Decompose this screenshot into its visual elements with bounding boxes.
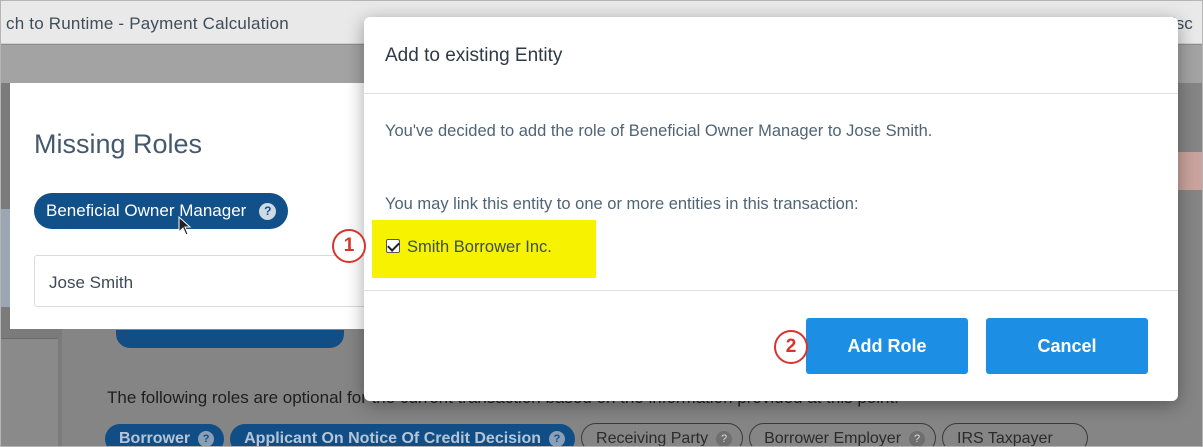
step-marker-2: 2 bbox=[774, 330, 808, 364]
modal-message: You've decided to add the role of Benefi… bbox=[385, 122, 933, 140]
role-pill-label: Borrower Employer bbox=[764, 430, 902, 447]
entity-checkbox-label: Smith Borrower Inc. bbox=[407, 238, 552, 256]
modal-footer-divider bbox=[364, 290, 1178, 291]
mouse-cursor-icon bbox=[178, 216, 192, 236]
step-marker-1: 1 bbox=[332, 229, 366, 263]
role-pill-label: Receiving Party bbox=[596, 430, 709, 447]
role-pill-receiving-party[interactable]: Receiving Party? bbox=[581, 423, 744, 447]
help-icon: ? bbox=[716, 431, 733, 447]
help-icon[interactable]: ? bbox=[259, 203, 277, 220]
app-title: ch to Runtime - Payment Calculation bbox=[6, 14, 289, 33]
role-pill-borrower[interactable]: Borrower? bbox=[105, 424, 225, 447]
help-icon: ? bbox=[198, 431, 215, 447]
modal-header: Add to existing Entity bbox=[364, 17, 1178, 94]
role-pill-label: IRS Taxpayer bbox=[957, 430, 1053, 447]
missing-roles-panel: Missing Roles Beneficial Owner Manager ?… bbox=[10, 83, 374, 329]
entity-name: Jose Smith bbox=[49, 273, 134, 292]
cancel-button[interactable]: Cancel bbox=[986, 318, 1148, 374]
role-pill-label: Borrower bbox=[119, 430, 191, 447]
role-pill-label: Beneficial Owner Manager bbox=[46, 201, 247, 220]
role-pill-label: Applicant On Notice Of Credit Decision bbox=[244, 430, 542, 447]
optional-roles-list: Borrower? Applicant On Notice Of Credit D… bbox=[105, 423, 1094, 447]
missing-roles-title: Missing Roles bbox=[34, 129, 203, 159]
entity-checkbox-row[interactable]: Smith Borrower Inc. bbox=[386, 238, 552, 260]
left-panel-block bbox=[0, 338, 58, 447]
role-pill-beneficial-owner-manager[interactable]: Beneficial Owner Manager ? bbox=[34, 193, 289, 229]
entity-checkbox[interactable] bbox=[386, 238, 400, 253]
role-pill-applicant[interactable]: Applicant On Notice Of Credit Decision? bbox=[230, 424, 576, 447]
help-icon: ? bbox=[549, 431, 566, 447]
modal-title: Add to existing Entity bbox=[385, 45, 563, 66]
add-role-button[interactable]: Add Role bbox=[806, 318, 968, 374]
role-pill-edge bbox=[116, 330, 344, 348]
role-pill-irs-taxpayer[interactable]: IRS Taxpayer bbox=[942, 423, 1088, 447]
help-icon: ? bbox=[909, 431, 926, 447]
role-pill-borrower-employer[interactable]: Borrower Employer? bbox=[749, 423, 937, 447]
entity-option-jose-smith[interactable]: Jose Smith bbox=[34, 255, 374, 307]
add-to-entity-modal: Add to existing Entity You've decided to… bbox=[364, 17, 1178, 401]
link-entities-prompt: You may link this entity to one or more … bbox=[385, 195, 859, 213]
